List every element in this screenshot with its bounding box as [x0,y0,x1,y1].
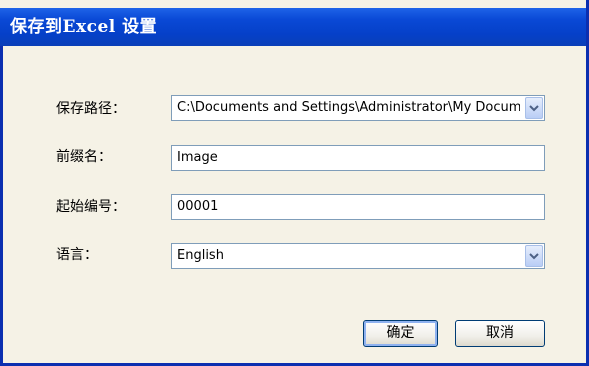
save-path-select[interactable]: C:\Documents and Settings\Administrator\… [171,95,545,121]
save-path-dropdown-button[interactable] [525,97,543,119]
language-dropdown-button[interactable] [525,245,543,267]
chevron-down-icon [529,253,539,260]
start-number-label: 起始编号： [56,199,126,215]
language-value: English [177,248,224,263]
settings-dialog: 保存到Excel 设置 保存路径： C:\Documents and Setti… [0,0,589,366]
save-path-value: C:\Documents and Settings\Administrator\… [177,100,520,115]
window-title: 保存到Excel 设置 [10,17,158,37]
language-select[interactable]: English [171,243,545,269]
start-number-input[interactable]: 00001 [171,194,545,220]
chevron-down-icon [529,105,539,112]
title-bar[interactable]: 保存到Excel 设置 [0,8,586,46]
language-label: 语言： [56,247,98,263]
dialog-left-border [0,46,3,366]
prefix-label: 前缀名： [56,149,112,165]
prefix-input[interactable]: Image [171,145,545,171]
cancel-button[interactable]: 取消 [455,320,545,347]
save-path-label: 保存路径： [56,101,126,117]
ok-button[interactable]: 确定 [363,320,438,347]
